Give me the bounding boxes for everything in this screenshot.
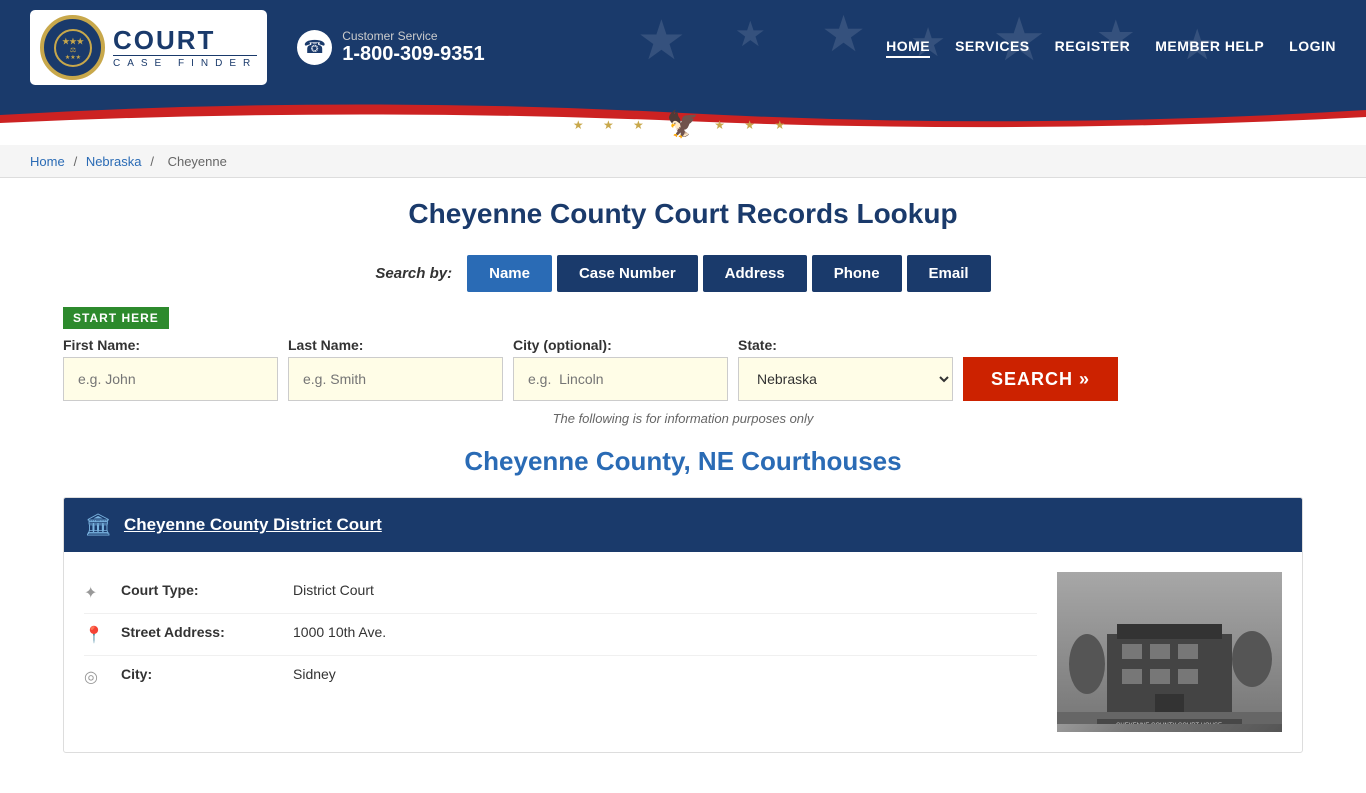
state-group: State: Nebraska (738, 337, 953, 401)
breadcrumb-sep-1: / (74, 154, 81, 169)
svg-text:★★★: ★★★ (62, 37, 84, 46)
state-label: State: (738, 337, 953, 353)
last-name-group: Last Name: (288, 337, 503, 401)
courthouse-details: ✦ Court Type: District Court 📍 Street Ad… (84, 572, 1037, 732)
courthouse-building-icon: 🏛 (84, 512, 112, 538)
breadcrumb-bar: Home / Nebraska / Cheyenne (0, 145, 1366, 178)
site-logo[interactable]: ★★★ ⚖ ★★★ COURT CASE FINDER (30, 10, 267, 85)
detail-city: ◎ City: Sidney (84, 656, 1037, 697)
city-group: City (optional): (513, 337, 728, 401)
info-note: The following is for information purpose… (63, 411, 1303, 426)
tab-phone[interactable]: Phone (812, 255, 902, 292)
tab-case-number[interactable]: Case Number (557, 255, 698, 292)
logo-case-finder: CASE FINDER (113, 55, 257, 69)
header-left: ★★★ ⚖ ★★★ COURT CASE FINDER ☎ Customer S… (30, 10, 485, 85)
start-here-badge: START HERE (63, 307, 169, 329)
courthouse-body: ✦ Court Type: District Court 📍 Street Ad… (64, 552, 1302, 752)
nav-member-help[interactable]: MEMBER HELP (1155, 38, 1264, 58)
courthouses-title: Cheyenne County, NE Courthouses (63, 446, 1303, 477)
detail-street-address: 📍 Street Address: 1000 10th Ave. (84, 614, 1037, 656)
seal-icon: ★★★ ⚖ ★★★ (40, 15, 105, 80)
nav-login[interactable]: LOGIN (1289, 38, 1336, 58)
court-type-value: District Court (293, 582, 374, 598)
courthouse-card: 🏛 Cheyenne County District Court ✦ Court… (63, 497, 1303, 753)
star-right: ★ ★ ★ (714, 118, 793, 132)
phone-icon: ☎ (297, 30, 332, 65)
court-type-label: Court Type: (121, 582, 281, 598)
courthouse-image: CHEYENNE COUNTY COURT HOUSE (1057, 572, 1282, 732)
cs-phone: 1-800-309-9351 (342, 43, 484, 66)
eagle-icon: 🦅 (667, 109, 699, 140)
svg-text:CHEYENNE COUNTY COURT HOUSE: CHEYENNE COUNTY COURT HOUSE (1116, 723, 1222, 724)
star-deco-6: ★ (637, 8, 686, 72)
courthouse-header: 🏛 Cheyenne County District Court (64, 498, 1302, 552)
customer-service: ☎ Customer Service 1-800-309-9351 (297, 29, 484, 66)
state-select[interactable]: Nebraska (738, 357, 953, 401)
main-content: Cheyenne County Court Records Lookup Sea… (33, 178, 1333, 793)
star-deco-5: ★ (735, 15, 766, 55)
street-address-label: Street Address: (121, 624, 281, 640)
city-input[interactable] (513, 357, 728, 401)
first-name-input[interactable] (63, 357, 278, 401)
main-nav: HOME SERVICES REGISTER MEMBER HELP LOGIN (886, 38, 1336, 58)
nav-home[interactable]: HOME (886, 38, 930, 58)
courthouse-photo-placeholder: CHEYENNE COUNTY COURT HOUSE (1057, 572, 1282, 732)
tab-email[interactable]: Email (907, 255, 991, 292)
search-by-row: Search by: Name Case Number Address Phon… (63, 255, 1303, 292)
address-icon: 📍 (84, 625, 109, 645)
city-detail-value: Sidney (293, 666, 336, 682)
breadcrumb-state[interactable]: Nebraska (86, 154, 142, 169)
breadcrumb-county: Cheyenne (168, 154, 227, 169)
city-label: City (optional): (513, 337, 728, 353)
svg-text:⚖: ⚖ (69, 46, 75, 54)
street-address-value: 1000 10th Ave. (293, 624, 386, 640)
search-button[interactable]: SEARCH » (963, 357, 1118, 401)
search-form: First Name: Last Name: City (optional): … (63, 337, 1303, 401)
court-type-icon: ✦ (84, 583, 109, 603)
last-name-label: Last Name: (288, 337, 503, 353)
first-name-group: First Name: (63, 337, 278, 401)
breadcrumb-sep-2: / (150, 154, 157, 169)
star-deco-4: ★ (821, 5, 866, 63)
city-detail-label: City: (121, 666, 281, 682)
logo-court-word: COURT (113, 27, 257, 53)
search-by-label: Search by: (375, 265, 452, 282)
logo-text: COURT CASE FINDER (113, 27, 257, 69)
nav-services[interactable]: SERVICES (955, 38, 1030, 58)
star-left: ★ ★ ★ (573, 118, 652, 132)
cs-text-block: Customer Service 1-800-309-9351 (342, 29, 484, 66)
nav-register[interactable]: REGISTER (1055, 38, 1131, 58)
first-name-label: First Name: (63, 337, 278, 353)
svg-text:★★★: ★★★ (64, 54, 80, 61)
last-name-input[interactable] (288, 357, 503, 401)
tab-name[interactable]: Name (467, 255, 552, 292)
cs-label: Customer Service (342, 29, 484, 43)
breadcrumb-home[interactable]: Home (30, 154, 65, 169)
page-title: Cheyenne County Court Records Lookup (63, 198, 1303, 230)
search-form-container: START HERE First Name: Last Name: City (… (63, 307, 1303, 401)
eagle-banner: ★ ★ ★ 🦅 ★ ★ ★ (573, 109, 793, 145)
banner-wave: ★ ★ ★ 🦅 ★ ★ ★ (0, 95, 1366, 145)
detail-court-type: ✦ Court Type: District Court (84, 572, 1037, 614)
city-icon: ◎ (84, 667, 109, 687)
site-header: ★ ★ ★ ★ ★ ★ ★ ★★★ ⚖ ★★★ COURT CASE FINDE… (0, 0, 1366, 95)
courthouse-name-link[interactable]: Cheyenne County District Court (124, 515, 382, 535)
tab-address[interactable]: Address (703, 255, 807, 292)
